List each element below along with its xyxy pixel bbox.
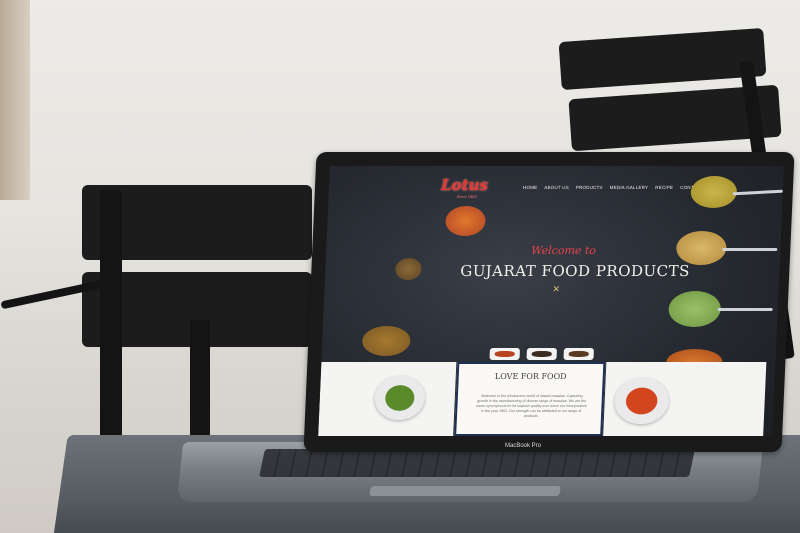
laptop-trackpad [369, 486, 561, 496]
spice-bowl [526, 348, 557, 360]
hero-title: GUJARAT FOOD PRODUCTS [459, 262, 691, 280]
nav-about-us[interactable]: ABOUT US [544, 185, 569, 190]
section-title: LOVE FOR FOOD [494, 372, 567, 381]
panel-about: LOVE FOR FOOD Welcome to the wholesome w… [454, 362, 606, 436]
spice-spoon-image [690, 176, 738, 208]
herb-dish-image [373, 376, 426, 420]
spoon-handle [717, 308, 773, 311]
spice-bowl [489, 348, 520, 360]
laptop-keyboard [259, 449, 695, 477]
panel-left [318, 362, 457, 436]
section-text: Welcome to the wholesome world of instan… [476, 394, 587, 418]
spice-bowl [563, 348, 594, 360]
site-logo-tagline: Since 1962 [456, 194, 477, 199]
nav-products[interactable]: PRODUCTS [576, 185, 603, 190]
utensils-icon: ✕ [552, 284, 561, 294]
background-wall [0, 0, 30, 200]
spoon-handle [722, 248, 778, 251]
chair-leg [100, 190, 122, 450]
nav-recipe[interactable]: RECIPE [655, 185, 673, 190]
spoon-handle [732, 189, 783, 196]
macbook-label: MacBook Pro [505, 443, 542, 449]
spice-spoon-image [667, 291, 722, 327]
site-logo[interactable]: Lotus [441, 176, 489, 194]
herbs-image [361, 326, 411, 356]
photo-scene: Lotus Since 1962 HOME ABOUT US PRODUCTS … [0, 0, 800, 533]
panel-right [603, 362, 767, 436]
nav-media-gallery[interactable]: MEDIA GALLERY [610, 185, 649, 190]
hero-welcome: Welcome to [530, 244, 597, 257]
mortar-pestle-image [394, 258, 422, 280]
spice-spoon-image [675, 231, 728, 265]
chair-backrest-top [558, 27, 767, 91]
laptop-lid: Lotus Since 1962 HOME ABOUT US PRODUCTS … [303, 152, 795, 452]
laptop-screen: Lotus Since 1962 HOME ABOUT US PRODUCTS … [318, 166, 784, 436]
nav-home[interactable]: HOME [523, 185, 538, 190]
spice-cluster-image [444, 206, 487, 236]
chili-dish-image [613, 378, 670, 424]
